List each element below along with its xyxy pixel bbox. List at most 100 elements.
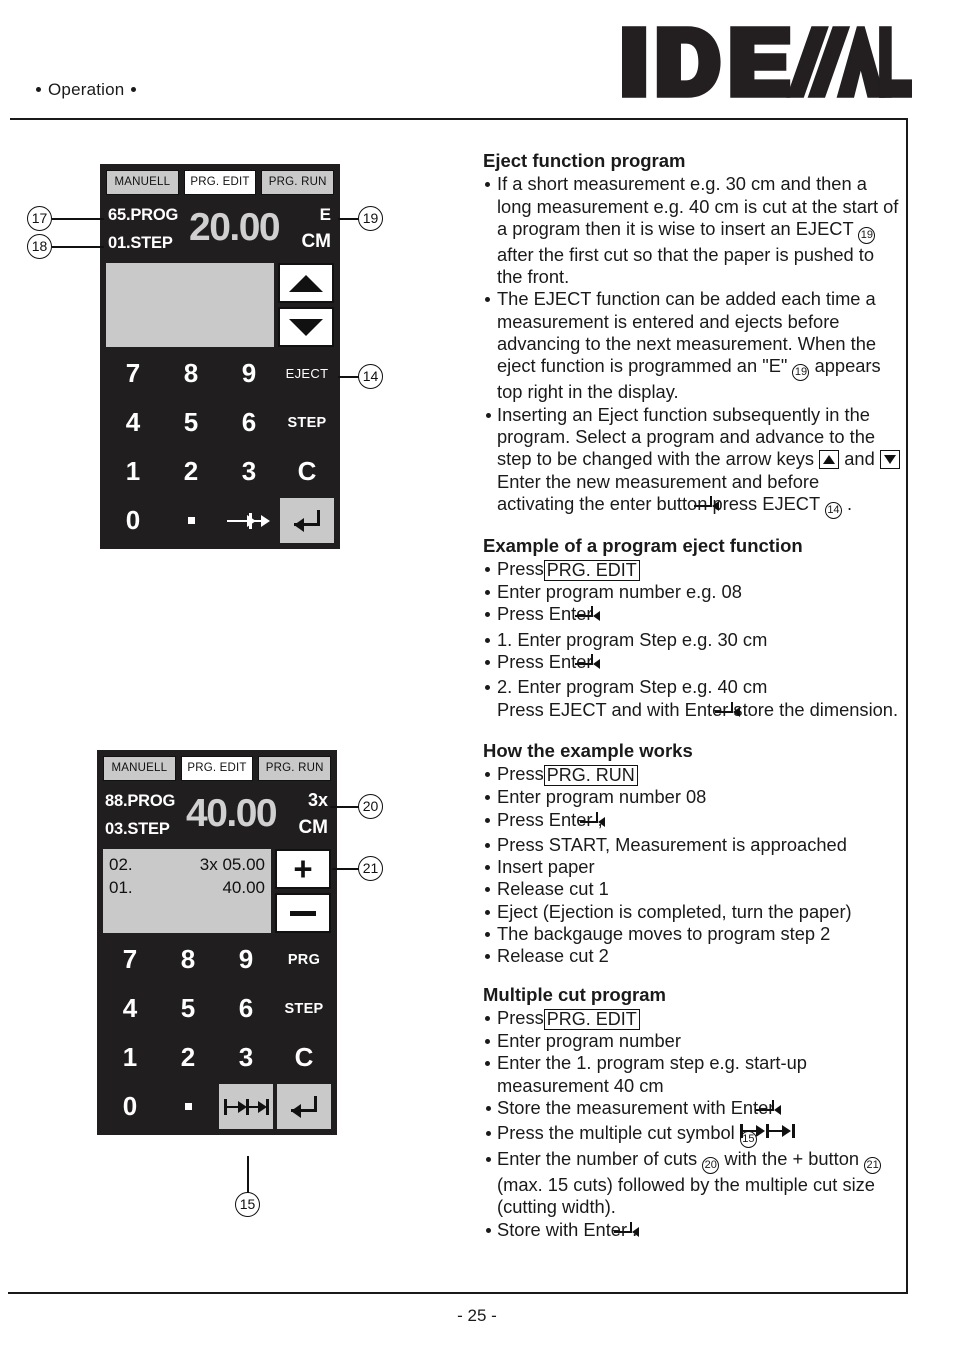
list-item: Press Enter	[483, 651, 901, 676]
mode-button-row: MANUELL PRG. EDIT PRG. RUN	[106, 170, 335, 195]
key-clear[interactable]: C	[280, 449, 334, 494]
minus-button[interactable]	[275, 893, 331, 933]
list-item-text: Store with Enter	[497, 1218, 628, 1240]
list-item: Press PRG. RUN	[483, 763, 901, 787]
key-decimal-point[interactable]	[161, 1084, 215, 1129]
key-multi-cut[interactable]	[219, 1084, 273, 1129]
list-item-text-cont: with the + button	[724, 1148, 860, 1170]
enter-icon	[294, 509, 320, 532]
key-0[interactable]: 0	[106, 498, 160, 543]
key-9[interactable]: 9	[222, 351, 276, 396]
mode-button-row: MANUELL PRG. EDIT PRG. RUN	[103, 756, 332, 781]
display-program-number: 65.PROG	[108, 206, 179, 224]
mode-button-manuell[interactable]: MANUELL	[106, 170, 179, 195]
footer-rule	[8, 1292, 908, 1294]
list-item-index: 02.	[109, 855, 133, 874]
key-7[interactable]: 7	[103, 937, 157, 982]
prg-edit-button-ref: PRG. EDIT	[543, 560, 640, 582]
key-0[interactable]: 0	[103, 1084, 157, 1129]
arrow-up-button[interactable]	[278, 263, 334, 303]
section-header: Operation	[36, 80, 137, 100]
leader-line-20	[330, 806, 360, 808]
list-item-text: Press	[497, 558, 544, 580]
plus-button[interactable]: +	[275, 849, 331, 889]
arrow-down-button[interactable]	[278, 307, 334, 347]
program-step-list: 02. 3x 05.00 01. 40.00	[103, 849, 271, 933]
key-step[interactable]: STEP	[277, 986, 331, 1031]
list-item: Press Enter	[483, 603, 901, 628]
list-item: 02. 3x 05.00	[109, 853, 265, 876]
multi-cut-icon	[227, 512, 271, 529]
key-8[interactable]: 8	[164, 351, 218, 396]
section-title: How the example works	[483, 739, 693, 761]
callout-15: 15	[235, 1192, 260, 1217]
list-item: The backgauge moves to program step 2	[483, 923, 901, 945]
mode-button-prg-run[interactable]: PRG. RUN	[258, 756, 332, 781]
key-2[interactable]: 2	[161, 1035, 215, 1080]
list-item-text-cont: after the first cut so that the paper is…	[497, 243, 875, 288]
mode-button-manuell[interactable]: MANUELL	[103, 756, 176, 781]
list-item-text: If a short measurement e.g. 30 cm and th…	[497, 173, 899, 239]
list-item-text: Press Enter	[497, 651, 593, 673]
key-4[interactable]: 4	[103, 986, 157, 1031]
side-button-column	[278, 263, 334, 347]
list-item-text: Press	[497, 1006, 544, 1028]
key-1[interactable]: 1	[106, 449, 160, 494]
key-5[interactable]: 5	[161, 986, 215, 1031]
key-6[interactable]: 6	[222, 400, 276, 445]
key-step[interactable]: STEP	[280, 400, 334, 445]
decimal-point-icon	[187, 517, 195, 524]
page-number: - 25 -	[457, 1306, 497, 1325]
mode-button-prg-edit[interactable]: PRG. EDIT	[183, 170, 257, 195]
program-list-zone	[106, 263, 334, 347]
key-4[interactable]: 4	[106, 400, 160, 445]
key-2[interactable]: 2	[164, 449, 218, 494]
key-8[interactable]: 8	[161, 937, 215, 982]
leader-line-19	[338, 218, 360, 220]
list-item-value: 40.00	[222, 878, 265, 897]
list-item-text: Press Enter	[497, 603, 593, 625]
list-item-text-cont: Press EJECT and with Enter	[497, 698, 729, 720]
key-6[interactable]: 6	[219, 986, 273, 1031]
list-item: Eject (Ejection is completed, turn the p…	[483, 901, 901, 923]
keypad: 7 8 9 EJECT 4 5 6 STEP 1 2 3 C 0	[106, 351, 334, 543]
list-item-value: 3x 05.00	[199, 855, 265, 874]
list-item: 01. 40.00	[109, 876, 265, 899]
list-item: Enter program number e.g. 08	[483, 581, 901, 603]
mode-button-prg-edit[interactable]: PRG. EDIT	[180, 756, 254, 781]
key-clear[interactable]: C	[277, 1035, 331, 1080]
section-header-label: Operation	[48, 80, 125, 99]
keypad: 7 8 9 PRG 4 5 6 STEP 1 2 3 C 0	[103, 937, 331, 1129]
list-item: Store with Enter .	[483, 1219, 901, 1244]
key-prg[interactable]: PRG	[277, 937, 331, 982]
key-enter[interactable]	[277, 1084, 331, 1129]
program-step-list	[106, 263, 274, 347]
display-multicut-count: 3x	[307, 790, 328, 810]
mode-button-prg-run[interactable]: PRG. RUN	[261, 170, 335, 195]
list-item-text: Press the multiple cut symbol	[497, 1122, 735, 1144]
reference-marker-19: 19	[858, 226, 876, 244]
key-multi-cut[interactable]	[222, 498, 276, 543]
key-5[interactable]: 5	[164, 400, 218, 445]
key-9[interactable]: 9	[219, 937, 273, 982]
key-decimal-point[interactable]	[164, 498, 218, 543]
enter-icon	[291, 1095, 317, 1118]
section-title: Eject function program	[483, 150, 686, 171]
decimal-point-icon	[184, 1103, 192, 1110]
key-3[interactable]: 3	[219, 1035, 273, 1080]
key-1[interactable]: 1	[103, 1035, 157, 1080]
key-7[interactable]: 7	[106, 351, 160, 396]
list-item-text: Press Enter	[497, 808, 593, 830]
key-3[interactable]: 3	[222, 449, 276, 494]
multi-cut-icon	[224, 1098, 269, 1115]
list-item-text: 2. Enter program Step e.g. 40 cm	[497, 676, 768, 698]
display-measurement-value: 40.00	[186, 792, 278, 835]
list-item: 1. Enter program Step e.g. 30 cm	[483, 629, 901, 651]
leader-line-14	[338, 376, 360, 378]
key-eject[interactable]: EJECT	[280, 351, 334, 396]
list-item: Press Enter ,	[483, 809, 901, 834]
list-item: Enter the 1. program step e.g. start-up …	[483, 1052, 901, 1097]
display-unit-block: 3x CM	[298, 787, 328, 841]
display-program-step: 88.PROG 03.STEP	[105, 787, 175, 843]
key-enter[interactable]	[280, 498, 334, 543]
